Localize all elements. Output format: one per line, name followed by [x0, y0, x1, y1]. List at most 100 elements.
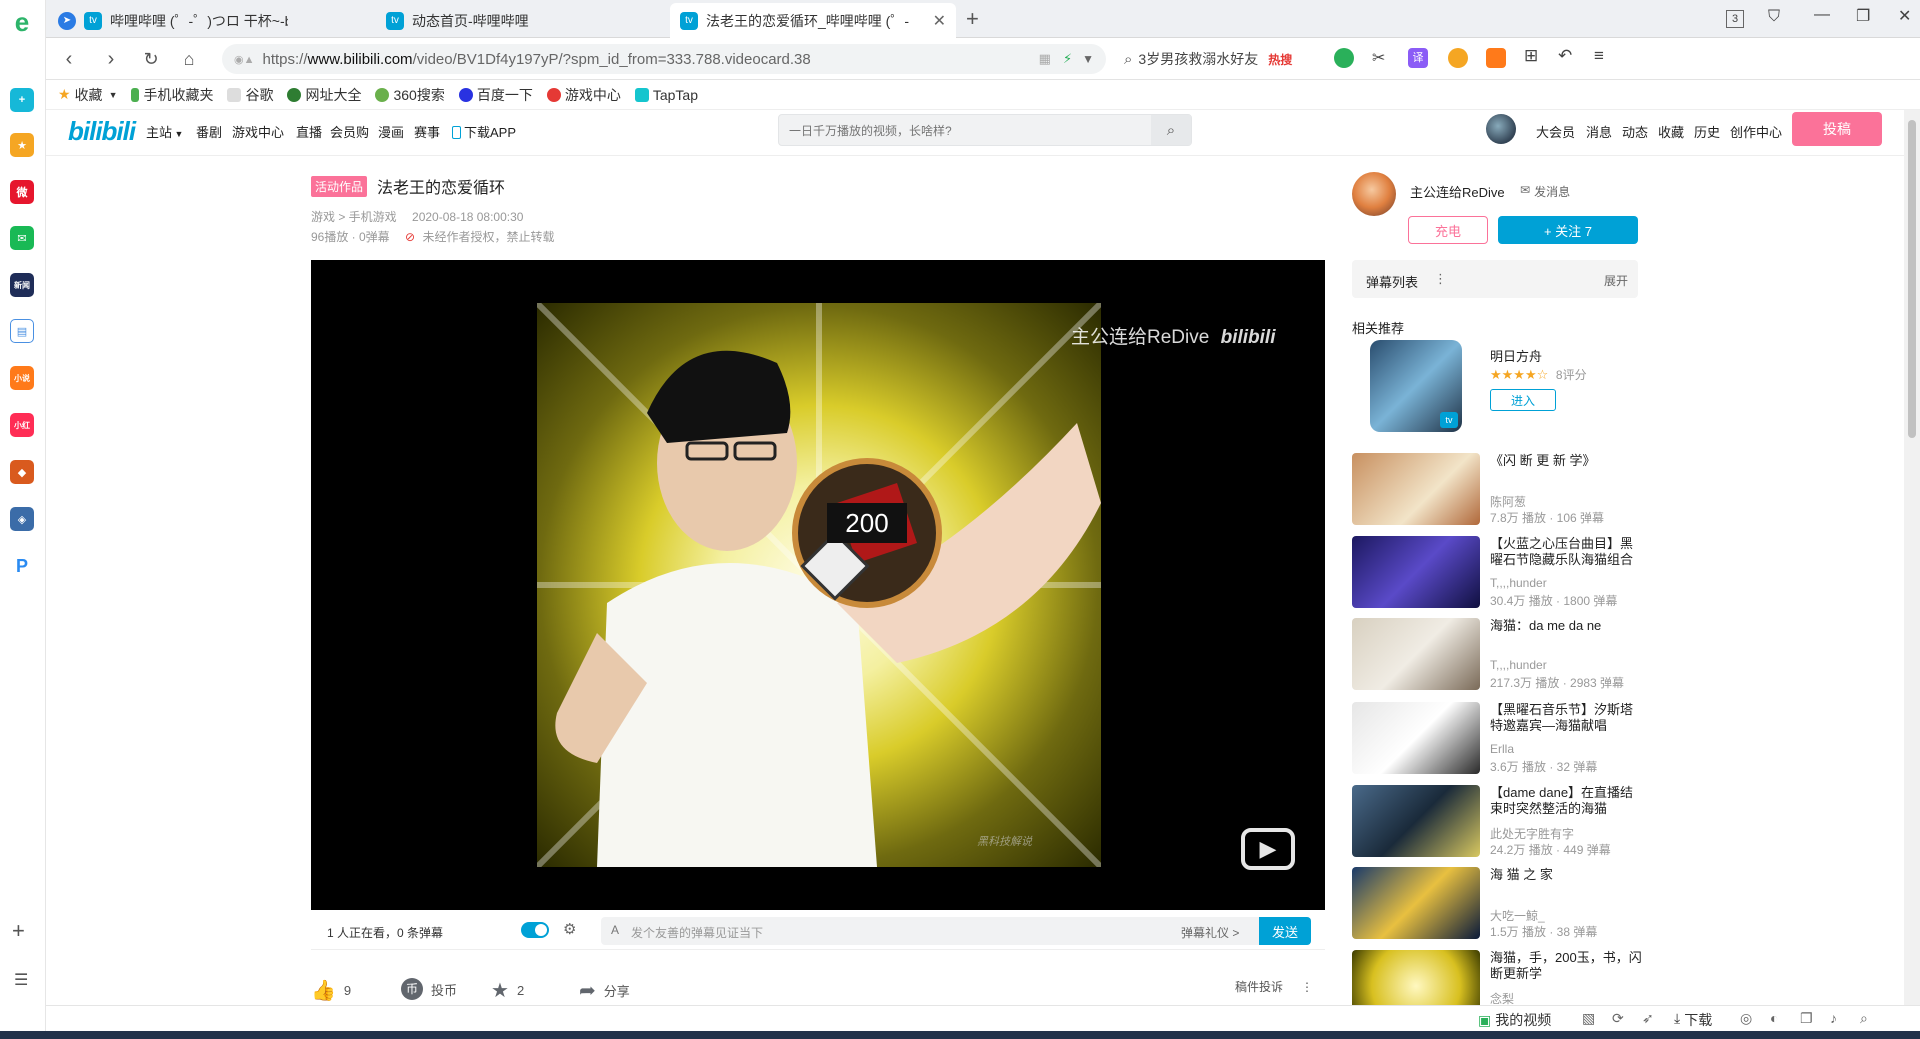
danmaku-etiquette-link[interactable]: 弹幕礼仪 > — [1181, 924, 1239, 941]
my-video-button[interactable]: ▣ 我的视频 — [1478, 1010, 1551, 1030]
scrollbar-thumb[interactable] — [1908, 120, 1916, 438]
search-box[interactable]: ⌕ 3岁男孩救溺水好友 热搜 — [1124, 44, 1322, 74]
share-button[interactable]: ➦ 分享 — [579, 978, 630, 1003]
doc-app-icon[interactable]: ▤ — [10, 319, 34, 343]
game-enter-button[interactable]: 进入 — [1490, 389, 1556, 411]
news-app-icon[interactable]: 新闻 — [10, 273, 34, 297]
send-message-link[interactable]: ✉ 发消息 — [1520, 183, 1570, 200]
nav-live[interactable]: 直播 — [296, 122, 322, 141]
new-tab-button[interactable]: + — [966, 6, 979, 32]
follow-button[interactable]: + 关注 7 — [1498, 216, 1638, 244]
back-button[interactable]: ‹ — [56, 46, 82, 72]
upload-button[interactable]: 投稿 — [1792, 112, 1882, 146]
page-scrollbar[interactable] — [1904, 110, 1920, 1005]
browser-menu-icon[interactable]: ≡ — [1594, 46, 1604, 66]
game-app-icon[interactable]: ◆ — [10, 460, 34, 484]
uploader-avatar[interactable] — [1352, 172, 1396, 216]
list-item[interactable]: 【dame dane】在直播结束时突然整活的海猫 此处无字胜有字 24.2万 播… — [1352, 785, 1682, 861]
reload-button[interactable]: ↻ — [138, 46, 164, 72]
add-app-icon[interactable]: + — [12, 918, 25, 944]
screenshot-icon[interactable]: ▧ — [1582, 1010, 1595, 1027]
like-button[interactable]: 👍 9 — [311, 978, 351, 1003]
speed-icon[interactable]: ⚡ — [1063, 51, 1072, 67]
bookmark-item[interactable]: 百度一下 — [458, 85, 533, 105]
bookmark-item[interactable]: 360搜索 — [375, 85, 445, 105]
bookmark-item[interactable]: 网址大全 — [287, 85, 361, 105]
nav-creator-center[interactable]: 创作中心 — [1730, 122, 1782, 141]
nav-game-center[interactable]: 游戏中心 — [232, 122, 284, 141]
favorite-button[interactable]: ★ 2 — [491, 978, 524, 1003]
shop-app-icon[interactable]: 小红 — [10, 413, 34, 437]
list-item[interactable]: 【火蓝之心压台曲目】黑曜石节隐藏乐队海猫组合为… T,,,,hunder 30.… — [1352, 536, 1682, 612]
eye-icon[interactable]: ◎ — [1740, 1010, 1752, 1027]
restore-icon[interactable]: ❐ — [1856, 6, 1870, 26]
list-item[interactable]: 《闪 断 更 新 学》 陈阿葱 7.8万 播放 · 106 弹幕 — [1352, 453, 1682, 529]
game2-app-icon[interactable]: ◈ — [10, 507, 34, 531]
font-icon[interactable]: A — [611, 923, 619, 937]
tab-video-active[interactable]: tv 法老王的恋爱循环_哔哩哔哩 (゜- ✕ — [670, 3, 956, 38]
expand-link[interactable]: 展开 — [1604, 272, 1628, 289]
url-bar[interactable]: ◉▲ https://www.bilibili.com/video/BV1Df4… — [222, 44, 1106, 74]
menu-icon[interactable]: ☰ — [14, 970, 28, 990]
tab-count-badge[interactable]: 3 — [1726, 10, 1744, 28]
bookmark-item[interactable]: 手机收藏夹 — [131, 85, 213, 105]
minimize-icon[interactable]: — — [1814, 6, 1830, 24]
extension-green-icon[interactable] — [1334, 48, 1354, 68]
clean-icon[interactable]: ◐ — [1770, 1010, 1778, 1026]
plus-app-icon[interactable]: + — [10, 88, 34, 112]
nav-bangumi[interactable]: 番剧 — [196, 122, 222, 141]
list-item[interactable]: 海猫，手，200玉，书，闪断更新学 念梨 — [1352, 950, 1682, 1005]
play-icon[interactable]: ▶ — [1241, 828, 1295, 870]
refresh-icon[interactable]: ⟳ — [1612, 1010, 1624, 1027]
bookmark-item[interactable]: TapTap — [634, 87, 698, 103]
star-app-icon[interactable]: ★ — [10, 133, 34, 157]
game-title[interactable]: 明日方舟 — [1490, 346, 1542, 365]
pay-app-icon[interactable]: P — [10, 554, 34, 578]
video-player[interactable]: 200 黑科技解说 主公连给ReDive bilibili ▶ — [311, 260, 1325, 910]
danmaku-input[interactable]: A 发个友善的弹幕见证当下 弹幕礼仪 > — [601, 917, 1311, 945]
coin-ext-icon[interactable] — [1448, 48, 1468, 68]
rocket-icon[interactable]: ➶ — [1642, 1010, 1654, 1027]
list-item[interactable]: 【黑曜石音乐节】汐斯塔特邀嘉宾—海猫献唱《Butt… Erlla 3.6万 播放… — [1352, 702, 1682, 778]
bookmark-item[interactable]: 游戏中心 — [546, 85, 621, 105]
game-cover[interactable]: tv — [1370, 340, 1462, 432]
coin-button[interactable]: 币投币 — [401, 978, 457, 1000]
close-window-icon[interactable]: ✕ — [1898, 6, 1911, 26]
home-button[interactable]: ⌂ — [176, 46, 202, 72]
nav-mall[interactable]: 会员购 — [330, 122, 369, 141]
chevron-down-icon[interactable]: ▼ — [1082, 52, 1094, 66]
send-button[interactable]: 发送 — [1259, 917, 1311, 945]
uploader-name[interactable]: 主公连给ReDive — [1410, 182, 1505, 201]
close-tab-icon[interactable]: ✕ — [925, 11, 946, 31]
novel-app-icon[interactable]: 小说 — [10, 366, 34, 390]
tab-dynamic[interactable]: tv 动态首页-哔哩哔哩 — [376, 3, 676, 38]
window-icon[interactable]: ❐ — [1800, 1010, 1813, 1027]
tab-bilibili-home[interactable]: ➤ tv 哔哩哔哩 (゜-゜)つロ 干杯~-bilibi — [48, 3, 288, 38]
forward-button[interactable]: › — [98, 46, 124, 72]
nav-download-app[interactable]: 下载APP — [452, 122, 516, 141]
activity-tag[interactable]: 活动作品 — [311, 175, 368, 197]
browser-logo-icon[interactable]: e — [10, 7, 34, 37]
mail-app-icon[interactable]: ✉ — [10, 226, 34, 250]
bilibili-logo[interactable]: bilibili — [68, 116, 136, 147]
report-link[interactable]: 稿件投诉 ⋮ — [1235, 978, 1313, 995]
volume-icon[interactable]: ♪ — [1830, 1010, 1837, 1026]
charge-button[interactable]: 充电 — [1408, 216, 1488, 244]
scissors-icon[interactable]: ✂ — [1372, 48, 1385, 68]
bookmark-item[interactable]: 谷歌 — [227, 85, 273, 105]
game-ext-icon[interactable] — [1486, 48, 1506, 68]
translate-icon[interactable]: 译 — [1408, 48, 1428, 68]
pin-icon[interactable]: ⛉ — [1768, 8, 1780, 26]
qr-icon[interactable]: ▦ — [1039, 51, 1051, 67]
list-item[interactable]: 海 猫 之 家 大吃一鯨_ 1.5万 播放 · 38 弹幕 — [1352, 867, 1682, 943]
weibo-app-icon[interactable]: 微 — [10, 180, 34, 204]
nav-esports[interactable]: 赛事 — [414, 122, 440, 141]
danmaku-list-panel[interactable]: 弹幕列表 ⋮ 展开 — [1352, 260, 1638, 298]
apps-grid-icon[interactable]: ⊞ — [1524, 46, 1538, 66]
search-button[interactable]: ⌕ — [1151, 115, 1191, 145]
bookmark-item[interactable]: ★ 收藏 ▼ — [58, 85, 117, 105]
list-item[interactable]: 海猫：da me da ne T,,,,hunder 217.3万 播放 · 2… — [1352, 618, 1682, 694]
nav-manga[interactable]: 漫画 — [378, 122, 404, 141]
nav-main[interactable]: 主站 ▼ — [146, 122, 183, 141]
danmaku-settings-icon[interactable]: ⚙ — [563, 920, 576, 938]
